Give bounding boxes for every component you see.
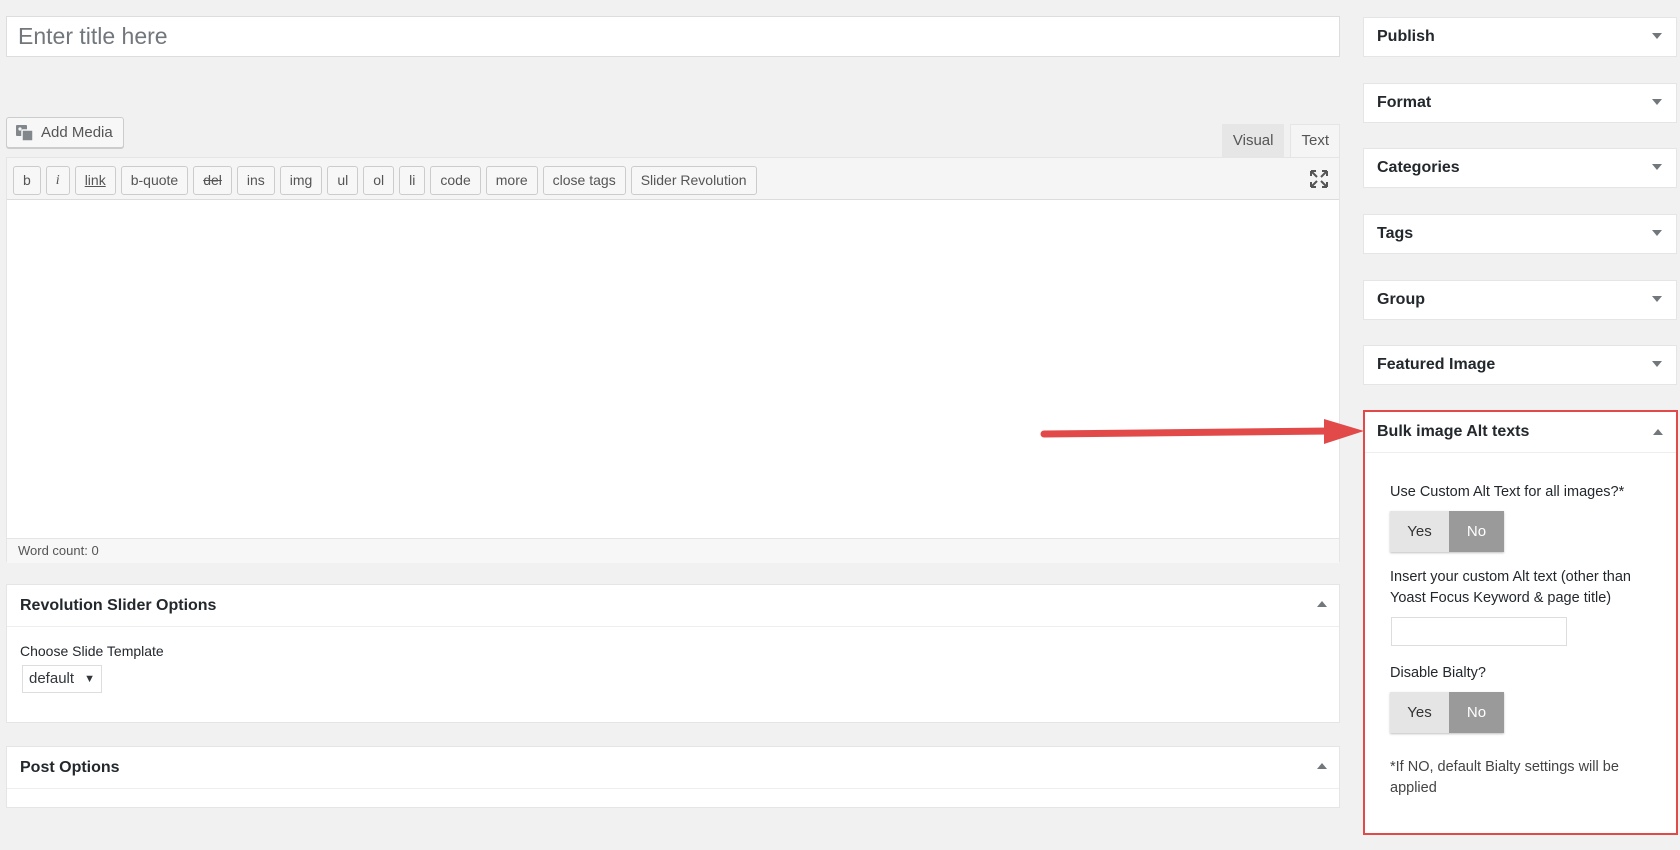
- tags-title: Tags: [1377, 225, 1414, 242]
- collapse-up-icon[interactable]: [1317, 763, 1327, 769]
- qt-more-button[interactable]: more: [485, 166, 538, 195]
- editor-tabs: Visual Text: [1216, 124, 1340, 157]
- quicktags-toolbar: b i link b-quote del ins img ul ol li co…: [7, 158, 1339, 200]
- choose-slide-template-label: Choose Slide Template: [20, 643, 164, 659]
- qt-ul-button[interactable]: ul: [327, 166, 359, 195]
- custom-alt-toggle: Yes No: [1390, 511, 1504, 552]
- custom-alt-yes-button[interactable]: Yes: [1390, 511, 1449, 552]
- qt-ol-button[interactable]: ol: [363, 166, 395, 195]
- publish-box[interactable]: Publish: [1363, 17, 1677, 57]
- text-editor: b i link b-quote del ins img ul ol li co…: [6, 157, 1340, 563]
- slide-template-select[interactable]: default ▼: [22, 665, 102, 693]
- custom-alt-text-input[interactable]: [1391, 617, 1567, 646]
- qt-close-tags-button[interactable]: close tags: [542, 166, 626, 195]
- collapse-up-icon[interactable]: [1317, 601, 1327, 607]
- revolution-slider-options-title: Revolution Slider Options: [20, 597, 217, 614]
- group-box[interactable]: Group: [1363, 280, 1677, 320]
- qt-blockquote-button[interactable]: b-quote: [120, 166, 189, 195]
- bialty-note: *If NO, default Bialty settings will be …: [1390, 759, 1619, 796]
- expand-down-icon[interactable]: [1652, 33, 1662, 39]
- add-media-button[interactable]: Add Media: [6, 117, 124, 148]
- disable-bialty-toggle: Yes No: [1390, 692, 1504, 733]
- annotation-arrow-icon: [1040, 417, 1366, 452]
- expand-down-icon[interactable]: [1652, 296, 1662, 302]
- content-textarea[interactable]: [7, 200, 1339, 538]
- qt-bold-button[interactable]: b: [13, 166, 41, 195]
- post-options-header[interactable]: Post Options: [7, 747, 1339, 789]
- qt-li-button[interactable]: li: [399, 166, 426, 195]
- qt-del-button[interactable]: del: [193, 166, 232, 195]
- tags-box[interactable]: Tags: [1363, 214, 1677, 254]
- format-title: Format: [1377, 94, 1432, 111]
- featured-image-title: Featured Image: [1377, 356, 1496, 373]
- disable-bialty-question: Disable Bialty?: [1390, 665, 1486, 681]
- slide-template-value: default: [29, 670, 75, 687]
- disable-bialty-yes-button[interactable]: Yes: [1390, 692, 1449, 733]
- add-media-label: Add Media: [41, 124, 113, 141]
- custom-alt-no-button[interactable]: No: [1449, 511, 1504, 552]
- featured-image-box[interactable]: Featured Image: [1363, 345, 1677, 385]
- expand-down-icon[interactable]: [1652, 361, 1662, 367]
- bulk-image-alt-texts-header[interactable]: Bulk image Alt texts: [1365, 412, 1676, 453]
- post-options-title: Post Options: [20, 759, 120, 776]
- qt-img-button[interactable]: img: [279, 166, 323, 195]
- expand-down-icon[interactable]: [1652, 164, 1662, 170]
- group-title: Group: [1377, 291, 1425, 308]
- qt-ins-button[interactable]: ins: [236, 166, 275, 195]
- custom-alt-question: Use Custom Alt Text for all images?*: [1390, 484, 1625, 500]
- bulk-image-alt-texts-box: Bulk image Alt texts Use Custom Alt Text…: [1363, 410, 1678, 835]
- expand-down-icon[interactable]: [1652, 230, 1662, 236]
- word-count: Word count: 0: [7, 538, 1339, 563]
- tab-text[interactable]: Text: [1290, 124, 1340, 157]
- disable-bialty-no-button[interactable]: No: [1449, 692, 1504, 733]
- qt-link-button[interactable]: link: [74, 166, 116, 195]
- bulk-image-alt-texts-title: Bulk image Alt texts: [1377, 423, 1530, 440]
- qt-italic-button[interactable]: i: [45, 166, 70, 195]
- post-title-input[interactable]: Enter title here: [6, 16, 1340, 57]
- publish-title: Publish: [1377, 28, 1435, 45]
- dropdown-caret-icon: ▼: [84, 673, 95, 685]
- fullscreen-icon[interactable]: [1309, 169, 1329, 189]
- tab-visual[interactable]: Visual: [1221, 124, 1285, 157]
- revolution-slider-options-box: Revolution Slider Options Choose Slide T…: [6, 584, 1340, 723]
- media-icon: [15, 124, 35, 142]
- categories-title: Categories: [1377, 159, 1460, 176]
- format-box[interactable]: Format: [1363, 83, 1677, 123]
- collapse-up-icon[interactable]: [1653, 429, 1663, 435]
- qt-code-button[interactable]: code: [430, 166, 481, 195]
- expand-down-icon[interactable]: [1652, 99, 1662, 105]
- post-options-box: Post Options: [6, 746, 1340, 808]
- revolution-slider-options-header[interactable]: Revolution Slider Options: [7, 585, 1339, 627]
- qt-slider-revolution-button[interactable]: Slider Revolution: [630, 166, 757, 195]
- categories-box[interactable]: Categories: [1363, 148, 1677, 188]
- custom-alt-text-label: Insert your custom Alt text (other than …: [1390, 569, 1631, 606]
